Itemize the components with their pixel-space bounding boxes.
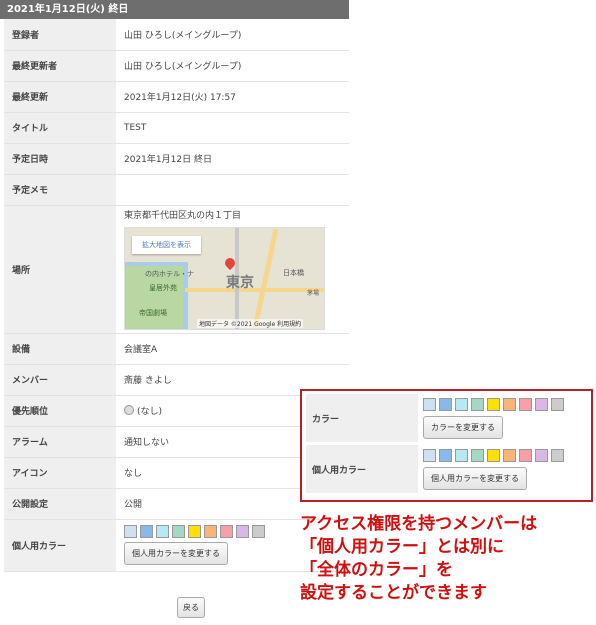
label-priority: 優先順位 (4, 395, 116, 427)
callout-change-personal-color-button[interactable]: 個人用カラーを変更する (423, 467, 527, 490)
row-place: 場所 東京都千代田区丸の内１丁目 拡大地図を表示 の内ホテル・ナ 東京 皇居外苑… (4, 205, 349, 334)
color-swatch[interactable] (423, 398, 436, 411)
callout-row-color: カラー カラーを変更する (306, 394, 589, 442)
color-swatch[interactable] (172, 525, 185, 538)
color-swatch[interactable] (519, 398, 532, 411)
annotation-note: アクセス権限を持つメンバーは 「個人用カラー」とは別に 「全体のカラー」を 設定… (300, 513, 537, 605)
callout-label-personal-color: 個人用カラー (306, 445, 418, 493)
color-swatch[interactable] (471, 449, 484, 462)
color-swatch[interactable] (535, 398, 548, 411)
map-road-2 (185, 288, 324, 292)
annotation-line-1: アクセス権限を持つメンバーは (300, 514, 538, 534)
color-swatch[interactable] (487, 398, 500, 411)
label-place: 場所 (4, 205, 116, 334)
map-label-hotel: の内ホテル・ナ (145, 270, 194, 278)
label-title: タイトル (4, 112, 116, 144)
label-last-updated: 最終更新 (4, 81, 116, 113)
color-swatch[interactable] (204, 525, 217, 538)
enlarge-map-button[interactable]: 拡大地図を表示 (132, 236, 201, 254)
color-swatch[interactable] (188, 525, 201, 538)
change-color-button[interactable]: カラーを変更する (423, 416, 503, 439)
color-swatch[interactable] (156, 525, 169, 538)
color-swatch[interactable] (124, 525, 137, 538)
color-swatch[interactable] (535, 449, 548, 462)
row-priority: 優先順位 (なし) (4, 395, 349, 427)
row-visibility: 公開設定 公開 (4, 488, 349, 520)
annotation-line-3: 「全体のカラー」を (300, 560, 453, 580)
callout-value-color: カラーを変更する (418, 394, 564, 442)
color-swatch[interactable] (503, 398, 516, 411)
color-swatch[interactable] (140, 525, 153, 538)
page-header: 2021年1月12日(火) 終日 (0, 0, 349, 19)
row-registrant: 登録者 山田 ひろし(メイングループ) (4, 19, 349, 51)
label-memo: 予定メモ (4, 174, 116, 206)
row-title: タイトル TEST (4, 112, 349, 144)
label-visibility: 公開設定 (4, 488, 116, 520)
color-swatch[interactable] (503, 449, 516, 462)
value-last-updater: 山田 ひろし(メイングループ) (116, 50, 349, 82)
label-members: メンバー (4, 364, 116, 396)
priority-text: (なし) (137, 407, 163, 417)
color-swatch[interactable] (439, 449, 452, 462)
map-label-nihonbashi: 日本橋 (283, 269, 304, 277)
row-facility: 設備 会議室A (4, 333, 349, 365)
label-icon: アイコン (4, 457, 116, 489)
callout-personal-color-palette (423, 449, 564, 462)
color-swatch[interactable] (220, 525, 233, 538)
label-alarm: アラーム (4, 426, 116, 458)
color-palette (423, 398, 564, 411)
color-swatch[interactable] (455, 398, 468, 411)
label-personal-color: 個人用カラー (4, 519, 116, 572)
label-facility: 設備 (4, 333, 116, 365)
value-facility: 会議室A (116, 333, 349, 365)
value-memo (116, 174, 349, 206)
value-last-updated: 2021年1月12日(火) 17:57 (116, 81, 349, 113)
label-last-updater: 最終更新者 (4, 50, 116, 82)
row-icon: アイコン なし (4, 457, 349, 489)
location-map[interactable]: 拡大地図を表示 の内ホテル・ナ 東京 皇居外苑 帝国劇場 日本橋 茅場 地図デー… (124, 227, 325, 330)
row-memo: 予定メモ (4, 174, 349, 206)
color-swatch[interactable] (439, 398, 452, 411)
change-personal-color-button[interactable]: 個人用カラーを変更する (124, 542, 228, 565)
map-label-kayaba: 茅場 (307, 290, 320, 297)
color-swatch[interactable] (519, 449, 532, 462)
row-members: メンバー 斎藤 きよし (4, 364, 349, 396)
place-address: 東京都千代田区丸の内１丁目 (124, 211, 242, 221)
value-registrant: 山田 ひろし(メイングループ) (116, 19, 349, 51)
schedule-detail-table: 登録者 山田 ひろし(メイングループ) 最終更新者 山田 ひろし(メイングループ… (4, 19, 349, 572)
annotation-line-2: 「個人用カラー」とは別に (300, 537, 504, 557)
row-personal-color: 個人用カラー 個人用カラーを変更する (4, 519, 349, 572)
callout-label-color: カラー (306, 394, 418, 442)
color-swatch[interactable] (252, 525, 265, 538)
map-label-tokyo: 東京 (226, 275, 254, 291)
map-label-palace: 皇居外苑 (149, 284, 177, 292)
back-button[interactable]: 戻る (177, 597, 205, 618)
value-place: 東京都千代田区丸の内１丁目 拡大地図を表示 の内ホテル・ナ 東京 皇居外苑 帝国… (116, 205, 349, 334)
color-settings-callout: カラー カラーを変更する 個人用カラー 個人用カラーを変更する (300, 389, 593, 502)
color-swatch[interactable] (551, 449, 564, 462)
value-title: TEST (116, 112, 349, 144)
label-schedule-datetime: 予定日時 (4, 143, 116, 175)
row-last-updated: 最終更新 2021年1月12日(火) 17:57 (4, 81, 349, 113)
color-swatch[interactable] (551, 398, 564, 411)
callout-row-personal-color: 個人用カラー 個人用カラーを変更する (306, 445, 589, 493)
value-schedule-datetime: 2021年1月12日 終日 (116, 143, 349, 175)
color-swatch[interactable] (423, 449, 436, 462)
map-moat-north (125, 262, 187, 266)
annotation-line-4: 設定することができます (300, 583, 487, 603)
label-registrant: 登録者 (4, 19, 116, 51)
color-swatch[interactable] (487, 449, 500, 462)
color-swatch[interactable] (471, 398, 484, 411)
color-swatch[interactable] (236, 525, 249, 538)
row-schedule-datetime: 予定日時 2021年1月12日 終日 (4, 143, 349, 175)
map-attribution[interactable]: 地図データ ©2021 Google 利用規約 (197, 319, 304, 328)
row-last-updater: 最終更新者 山田 ひろし(メイングループ) (4, 50, 349, 82)
callout-value-personal-color: 個人用カラーを変更する (418, 445, 564, 493)
color-swatch[interactable] (455, 449, 468, 462)
row-alarm: アラーム 通知しない (4, 426, 349, 458)
map-label-theatre: 帝国劇場 (139, 309, 167, 317)
map-road (252, 228, 279, 329)
priority-dot-icon (124, 405, 134, 415)
